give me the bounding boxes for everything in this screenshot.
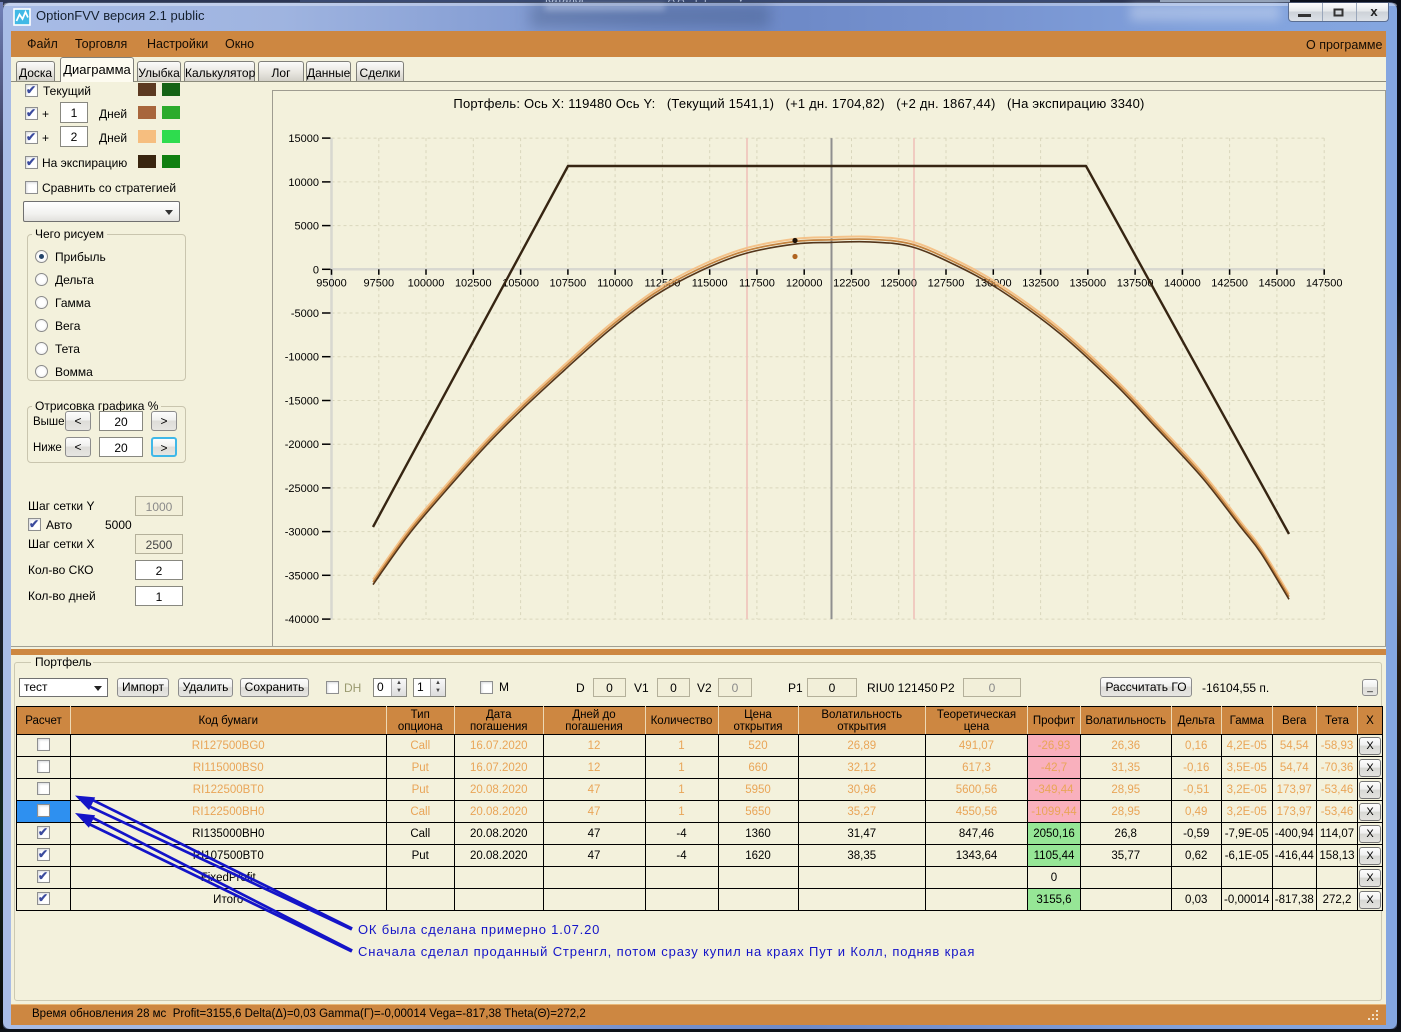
svg-text:15000: 15000 xyxy=(288,133,319,145)
svg-text:132500: 132500 xyxy=(1022,277,1059,289)
svg-text:-30000: -30000 xyxy=(285,527,319,539)
svg-text:147500: 147500 xyxy=(1306,277,1343,289)
svg-text:97500: 97500 xyxy=(364,277,395,289)
svg-text:-35000: -35000 xyxy=(285,570,319,582)
svg-text:115000: 115000 xyxy=(692,277,728,289)
svg-text:102500: 102500 xyxy=(455,277,492,289)
svg-text:107500: 107500 xyxy=(550,277,587,289)
svg-text:-20000: -20000 xyxy=(285,439,319,451)
svg-text:Портфель: Ось X: 119480 Ось: Портфель: Ось X: 119480 Ось Y: (Текущий … xyxy=(453,96,1144,111)
svg-text:140000: 140000 xyxy=(1164,277,1201,289)
svg-text:117500: 117500 xyxy=(739,277,775,289)
svg-text:135000: 135000 xyxy=(1069,277,1106,289)
svg-text:145000: 145000 xyxy=(1259,277,1296,289)
svg-text:142500: 142500 xyxy=(1211,277,1248,289)
svg-text:127500: 127500 xyxy=(928,277,965,289)
svg-text:-5000: -5000 xyxy=(291,308,319,320)
svg-text:-25000: -25000 xyxy=(285,483,319,495)
svg-text:5000: 5000 xyxy=(295,221,319,233)
svg-text:125000: 125000 xyxy=(880,277,917,289)
svg-text:-40000: -40000 xyxy=(285,614,319,626)
svg-text:-15000: -15000 xyxy=(285,396,319,408)
svg-text:120000: 120000 xyxy=(786,277,823,289)
svg-text:0: 0 xyxy=(313,264,319,276)
svg-text:122500: 122500 xyxy=(833,277,870,289)
svg-text:110000: 110000 xyxy=(597,277,633,289)
svg-text:100000: 100000 xyxy=(408,277,445,289)
svg-text:10000: 10000 xyxy=(288,177,319,189)
svg-text:-10000: -10000 xyxy=(285,352,319,364)
svg-text:95000: 95000 xyxy=(316,277,347,289)
